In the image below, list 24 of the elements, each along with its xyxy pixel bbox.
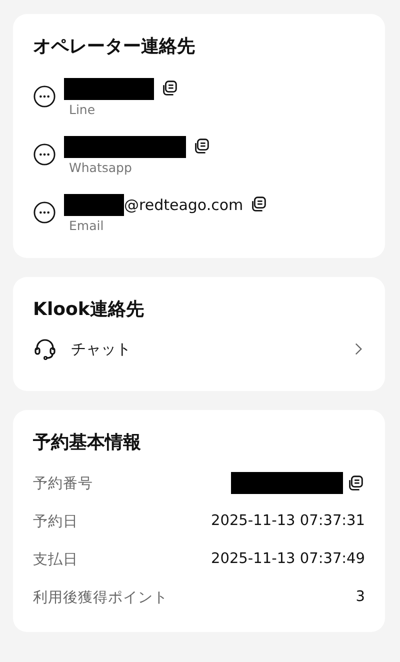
info-value: 2025-11-13 07:37:49 — [211, 551, 365, 567]
info-value: 2025-11-13 07:37:31 — [211, 513, 365, 529]
contact-value: @redteago.com — [124, 196, 244, 214]
info-label: 支払日 — [33, 550, 78, 568]
info-label: 予約日 — [33, 512, 78, 530]
info-value: 3 — [356, 589, 365, 605]
contact-label: Whatsapp — [69, 160, 133, 174]
section-title: 予約基本情報 — [33, 431, 142, 454]
copy-icon[interactable] — [192, 137, 211, 156]
contact-label: Email — [69, 218, 105, 232]
copy-icon[interactable] — [346, 474, 365, 492]
headset-icon — [33, 337, 57, 361]
chat-item[interactable]: チャット — [33, 331, 365, 367]
info-label: 予約番号 — [33, 474, 93, 492]
more-icon — [33, 84, 56, 108]
section-title: オペレーター連絡先 — [33, 35, 196, 58]
copy-icon[interactable] — [160, 79, 179, 98]
more-icon — [33, 142, 56, 166]
more-icon — [33, 200, 56, 224]
info-label: 利用後獲得ポイント — [33, 588, 168, 606]
chevron-icon — [354, 342, 363, 356]
section-title: Klook連絡先 — [33, 298, 145, 321]
copy-icon[interactable] — [249, 195, 268, 214]
contact-label: Line — [69, 102, 96, 116]
